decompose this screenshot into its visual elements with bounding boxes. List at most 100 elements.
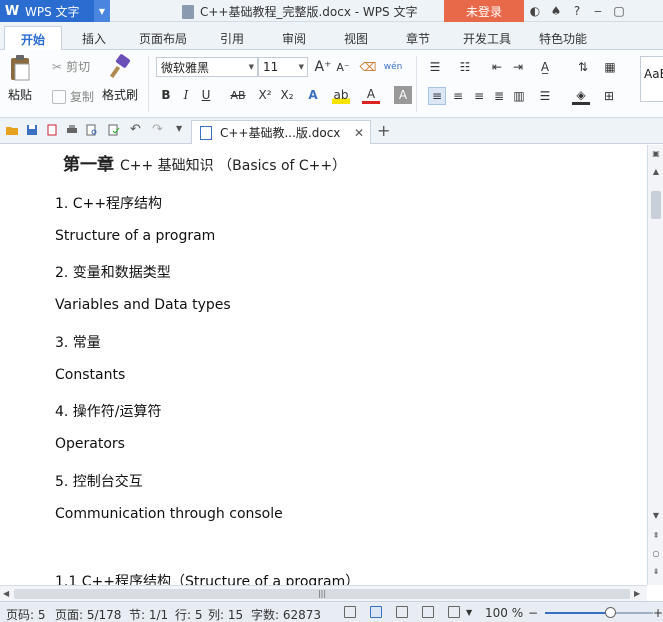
theme-icon[interactable]: ◐ xyxy=(528,4,542,18)
vertical-scroll-thumb[interactable] xyxy=(651,191,661,219)
spellcheck-status-icon[interactable] xyxy=(344,606,356,618)
undo-icon[interactable]: ↶ xyxy=(130,122,142,137)
style-preview-text: AaB xyxy=(644,67,663,81)
save-icon[interactable] xyxy=(26,124,38,136)
format-painter-button[interactable]: 格式刷 xyxy=(102,54,138,103)
print-preview-icon[interactable] xyxy=(86,124,98,136)
page-view-icon[interactable] xyxy=(370,606,382,618)
split-view-icon[interactable]: ▣ xyxy=(651,149,661,159)
prev-page-icon[interactable]: ⇞ xyxy=(651,531,661,541)
tab-references[interactable]: 引用 xyxy=(206,26,258,50)
tab-chapter[interactable]: 章节 xyxy=(392,26,444,50)
spellcheck-icon[interactable] xyxy=(108,124,120,136)
increase-font-icon[interactable]: A⁺ xyxy=(314,58,332,76)
subscript-icon[interactable]: X₂ xyxy=(278,86,296,104)
reading-mode-icon[interactable] xyxy=(448,606,460,618)
restore-icon[interactable]: ▢ xyxy=(612,4,626,18)
font-color-icon[interactable]: A xyxy=(362,86,380,104)
zoom-level[interactable]: 100 % xyxy=(485,606,523,620)
redo-icon[interactable]: ↷ xyxy=(152,122,164,137)
underline-icon[interactable]: U xyxy=(197,86,215,104)
numbered-list-icon[interactable]: ☷ xyxy=(456,58,474,76)
app-menu-caret-icon[interactable]: ▼ xyxy=(94,0,110,22)
line-spacing-icon[interactable]: ☰ xyxy=(536,87,554,105)
text-effect-icon[interactable]: A xyxy=(304,86,322,104)
change-case-icon[interactable]: A̲ xyxy=(536,58,554,76)
view-options-chevron-icon[interactable]: ▼ xyxy=(466,608,472,617)
scroll-left-icon[interactable]: ◀ xyxy=(3,589,9,598)
status-page-code[interactable]: 页码: 5 xyxy=(6,606,46,622)
tab-special[interactable]: 特色功能 xyxy=(530,26,596,50)
close-tab-icon[interactable]: ✕ xyxy=(354,126,364,140)
zoom-out-icon[interactable]: − xyxy=(528,606,538,620)
decrease-font-icon[interactable]: A⁻ xyxy=(334,58,352,76)
font-name-select[interactable]: 微软雅黑 ▼ xyxy=(156,57,258,77)
vertical-scrollbar[interactable]: ▣ ▲ ▼ ⇞ ○ ⇟ xyxy=(647,145,663,585)
new-tab-icon[interactable]: + xyxy=(377,121,390,140)
status-word-count[interactable]: 字数: 62873 xyxy=(251,606,321,622)
next-page-icon[interactable]: ⇟ xyxy=(651,567,661,577)
clear-format-icon[interactable]: ⌫ xyxy=(359,58,377,76)
tab-developer[interactable]: 开发工具 xyxy=(455,26,519,50)
scroll-right-icon[interactable]: ▶ xyxy=(634,589,640,598)
tab-insert[interactable]: 插入 xyxy=(66,26,122,50)
zoom-slider[interactable] xyxy=(545,612,653,614)
copy-button[interactable]: 复制 xyxy=(52,88,94,105)
app-menu-button[interactable]: W WPS 文字 ▼ xyxy=(0,0,110,22)
char-shading-icon[interactable]: A xyxy=(394,86,412,104)
web-view-icon[interactable] xyxy=(422,606,434,618)
zoom-in-icon[interactable]: + xyxy=(653,606,663,620)
decrease-indent-icon[interactable]: ⇤ xyxy=(488,58,506,76)
align-right-icon[interactable]: ≡ xyxy=(470,87,488,105)
chevron-down-icon: ▼ xyxy=(298,63,304,71)
shirt-icon[interactable]: ♠ xyxy=(549,4,563,18)
document-tab[interactable]: C++基础教...版.docx ✕ xyxy=(191,120,371,144)
status-page[interactable]: 页面: 5/178 xyxy=(55,606,121,622)
status-col: 列: 15 xyxy=(208,608,244,622)
help-icon[interactable]: ? xyxy=(570,4,584,18)
align-center-icon[interactable]: ≡ xyxy=(449,87,467,105)
ribbon-home: 粘贴 ✂ 剪切 复制 格式刷 微软雅黑 ▼ 11 ▼ A⁺ A⁻ ⌫ wén B… xyxy=(0,50,663,118)
pinyin-icon[interactable]: wén xyxy=(384,58,403,76)
zoom-slider-handle[interactable] xyxy=(604,607,616,618)
tab-home[interactable]: 开始 xyxy=(4,26,62,51)
customize-toolbar-icon[interactable]: ▼ xyxy=(176,124,188,136)
italic-icon[interactable]: I xyxy=(177,86,195,104)
print-icon[interactable] xyxy=(66,124,78,136)
table-icon[interactable]: ▦ xyxy=(601,58,619,76)
minimize-icon[interactable]: ‒ xyxy=(591,4,605,18)
superscript-icon[interactable]: X² xyxy=(256,86,274,104)
distribute-icon[interactable]: ▥ xyxy=(510,87,528,105)
open-folder-icon[interactable] xyxy=(6,124,18,136)
strikethrough-icon[interactable]: AB xyxy=(227,86,249,104)
cut-button[interactable]: ✂ 剪切 xyxy=(52,58,90,75)
paste-button[interactable]: 粘贴 xyxy=(7,54,33,103)
highlight-icon[interactable]: ab xyxy=(332,86,350,104)
shading-icon[interactable]: ◈ xyxy=(572,87,590,105)
justify-icon[interactable]: ≣ xyxy=(490,87,508,105)
font-size-select[interactable]: 11 ▼ xyxy=(258,57,308,77)
scroll-up-icon[interactable]: ▲ xyxy=(651,167,661,177)
horizontal-scrollbar[interactable]: ◀ ||| ▶ xyxy=(0,585,647,601)
tab-review[interactable]: 审阅 xyxy=(268,26,320,50)
bold-icon[interactable]: B xyxy=(157,86,175,104)
increase-indent-icon[interactable]: ⇥ xyxy=(509,58,527,76)
export-pdf-icon[interactable] xyxy=(46,124,58,136)
login-button[interactable]: 未登录 xyxy=(444,0,524,22)
font-size-value: 11 xyxy=(263,60,279,74)
paragraph: 4. 操作符/运算符 xyxy=(55,404,162,420)
tab-page-layout[interactable]: 页面布局 xyxy=(128,26,198,50)
scroll-down-icon[interactable]: ▼ xyxy=(651,511,661,521)
word-document-icon xyxy=(200,125,212,140)
bullet-list-icon[interactable]: ☰ xyxy=(426,58,444,76)
select-browse-object-icon[interactable]: ○ xyxy=(651,549,661,559)
border-icon[interactable]: ⊞ xyxy=(600,87,618,105)
document-page[interactable]: 第一章 C++ 基础知识 （Basics of C++） 1. C++程序结构 … xyxy=(0,145,647,585)
tab-view[interactable]: 视图 xyxy=(330,26,382,50)
app-name: WPS 文字 xyxy=(25,4,80,19)
sort-icon[interactable]: ⇅ xyxy=(574,58,592,76)
outline-view-icon[interactable] xyxy=(396,606,408,618)
align-left-icon[interactable]: ≡ xyxy=(428,87,446,105)
horizontal-scroll-thumb[interactable]: ||| xyxy=(14,589,630,599)
style-preview[interactable]: AaB xyxy=(640,56,663,102)
